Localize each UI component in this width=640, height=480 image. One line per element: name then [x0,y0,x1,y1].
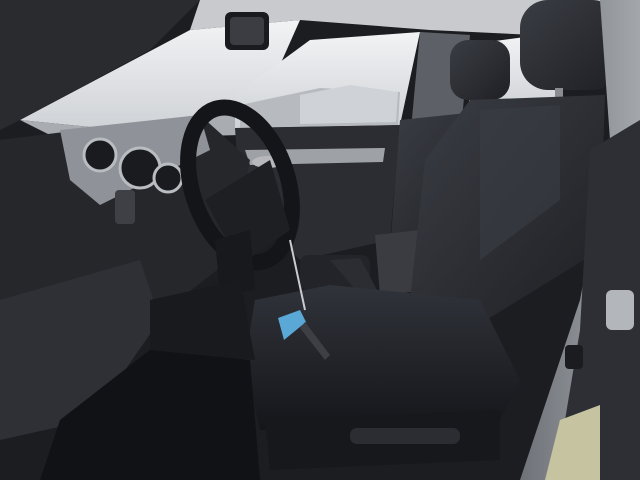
door-latch [606,290,634,330]
dash-switch-panel [115,190,135,224]
passenger-headrest [450,40,510,100]
mirror-glass [230,17,264,45]
driver-seat-cushion [245,285,520,430]
car-interior-photo [0,0,640,480]
seat-adjust-lever [350,428,460,444]
gauge-left [82,137,118,173]
photo-canvas [0,0,640,480]
door-hinge-bolt [565,345,583,369]
gauge-right [152,162,184,194]
